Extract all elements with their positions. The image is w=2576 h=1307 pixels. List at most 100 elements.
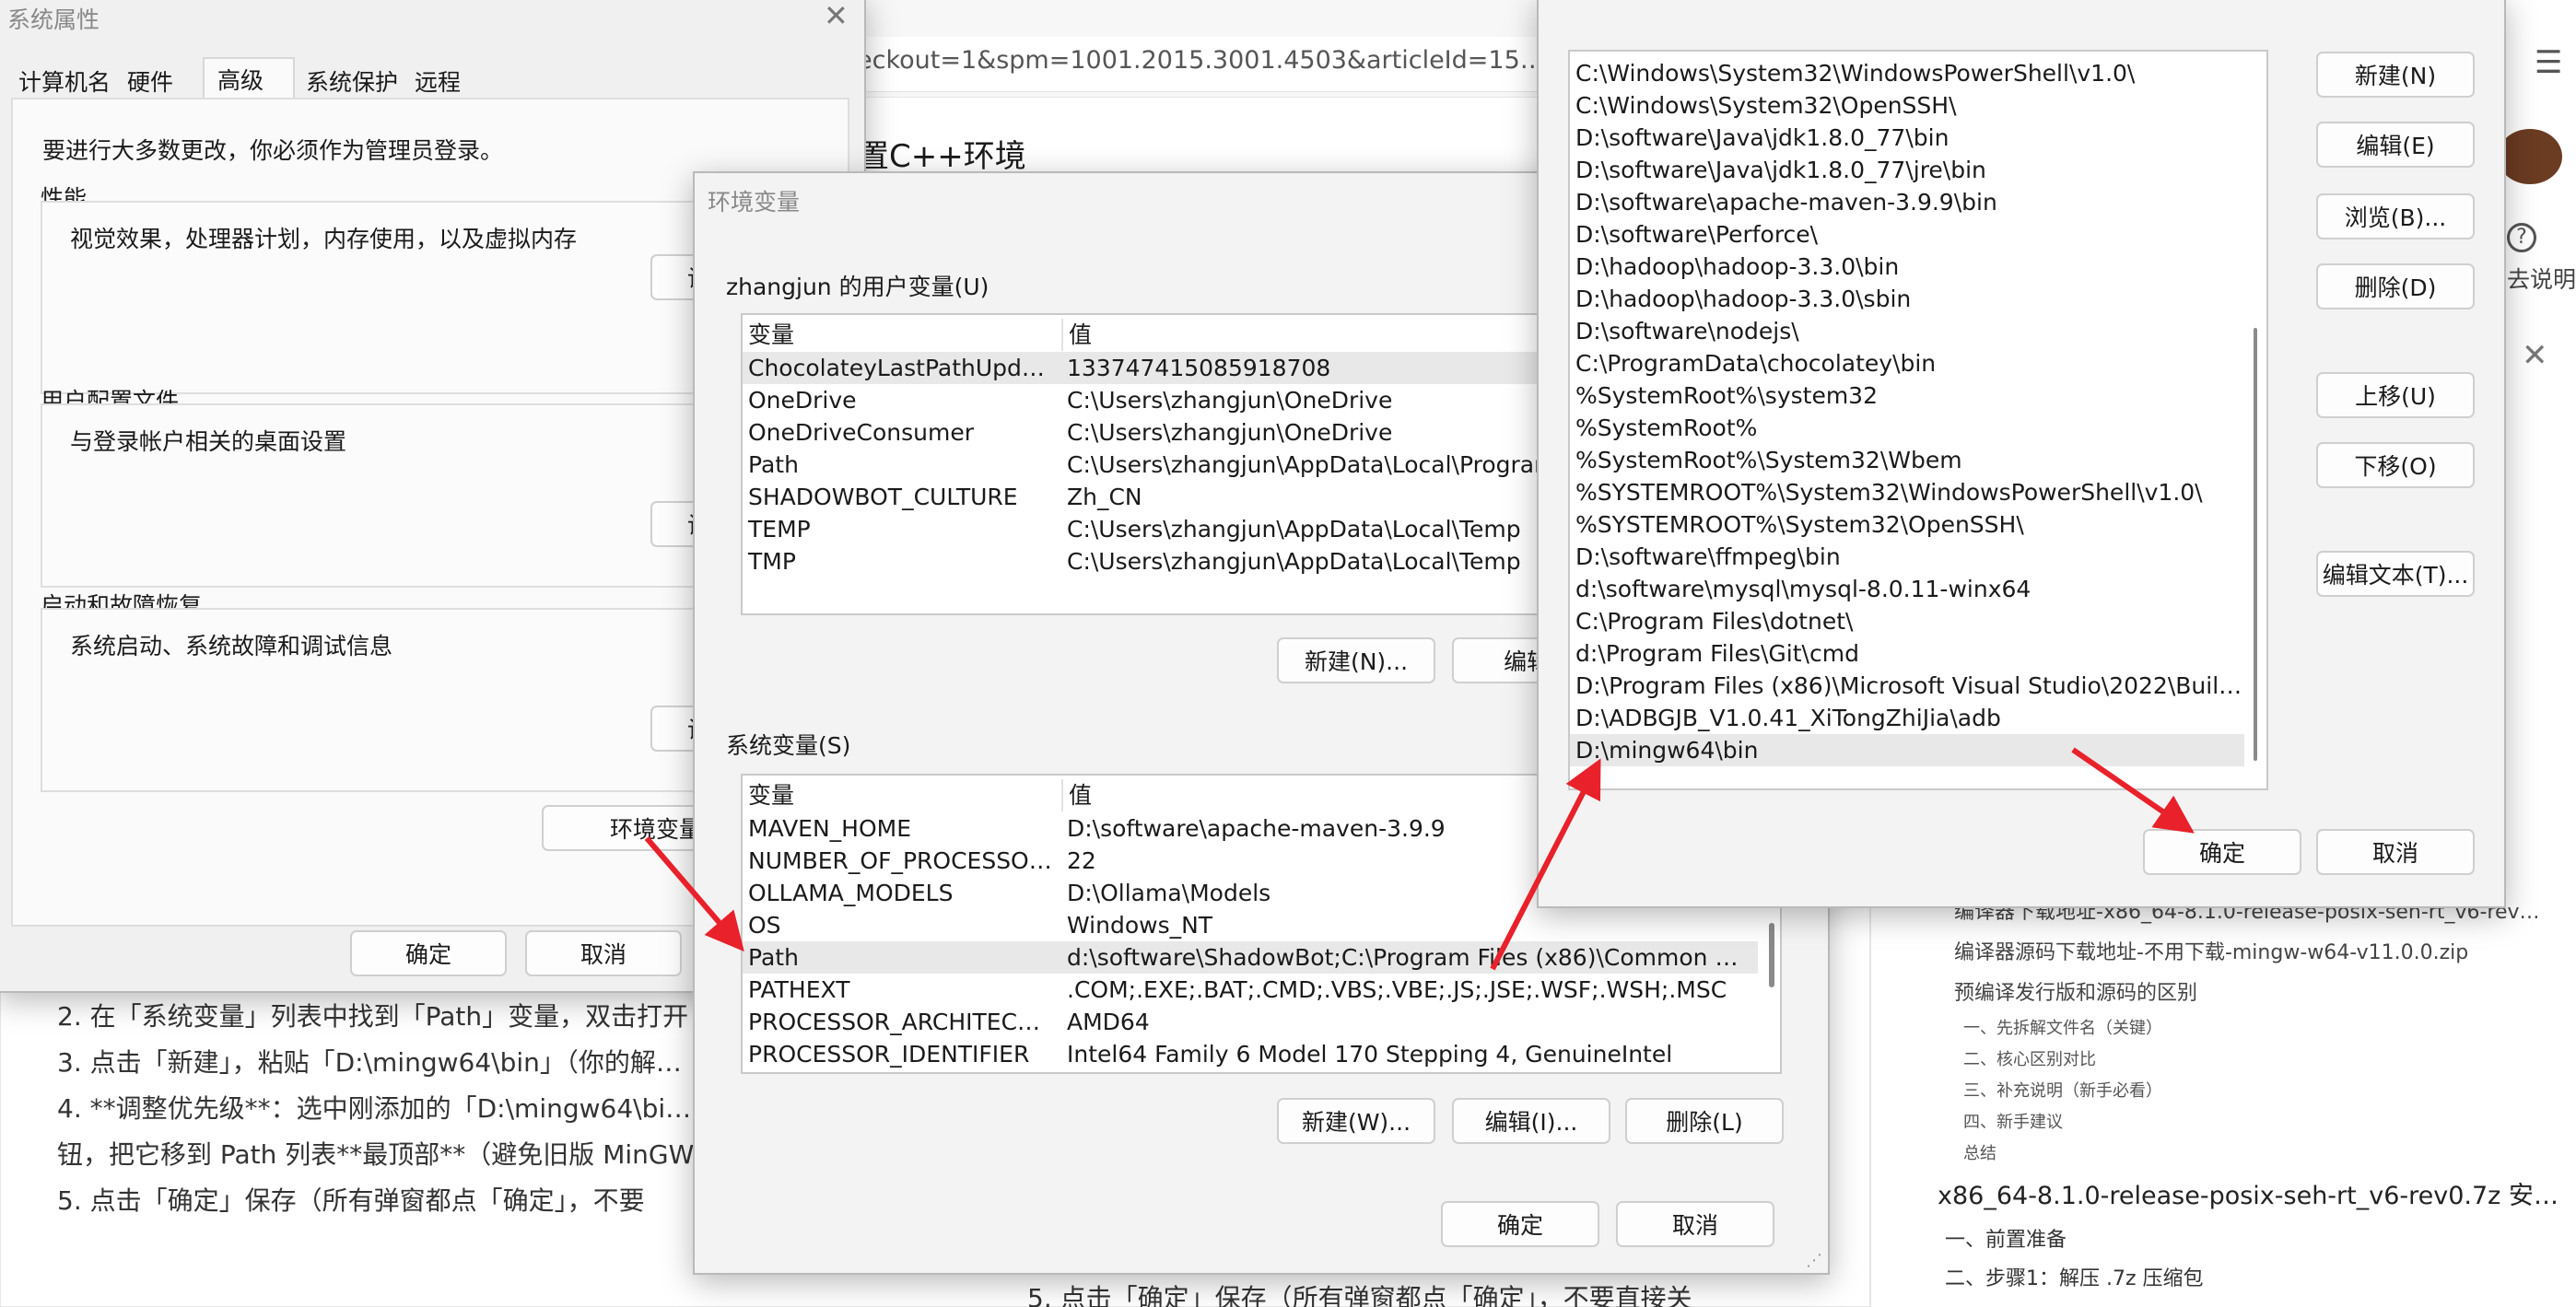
table-row[interactable]: PROCESSOR_IDENTIFIER Intel64 Family 6 Mod… — [743, 1038, 1780, 1070]
browser-address-bar[interactable]: eckout=1&spm=1001.2015.3001.4503&article… — [857, 37, 1575, 92]
toc-link[interactable]: 编译器源码下载地址-不用下载-mingw-w64-v11.0.0.zip — [1954, 936, 2544, 965]
ok-button[interactable]: 确定 — [350, 930, 507, 976]
path-entry[interactable]: D:\software\Java\jdk1.8.0_77\bin — [1570, 122, 2244, 154]
column-header-variable[interactable]: 变量 — [748, 319, 1043, 351]
button-label: 新建(N) — [2354, 63, 2437, 89]
tab-advanced[interactable]: 高级 — [203, 57, 295, 99]
step-line: 4. **调整优先级**：选中刚添加的「D:\mingw64\bin」，点 — [57, 1093, 702, 1124]
path-entry[interactable]: D:\software\Java\jdk1.8.0_77\jre\bin — [1570, 154, 2244, 186]
button-label: 确定 — [404, 941, 451, 968]
table-row-selected[interactable]: Path d:\software\ShadowBot;C:\Program Fil… — [743, 941, 1758, 974]
toc-sub-link[interactable]: 四、新手建议 — [1963, 1109, 2516, 1133]
edit-button[interactable]: 编辑(E) — [2316, 122, 2475, 168]
table-row[interactable]: OS Windows_NT — [743, 909, 1780, 941]
toc-sub-link[interactable]: 二、核心区别对比 — [1963, 1046, 2516, 1070]
tab-hardware[interactable]: 硬件 — [127, 64, 173, 98]
system-edit-button[interactable]: 编辑(I)... — [1452, 1098, 1610, 1144]
help-icon[interactable]: ? — [2507, 223, 2536, 252]
path-entry[interactable]: D:\software\apache-maven-3.9.9\bin — [1570, 186, 2244, 218]
scrollbar[interactable] — [1769, 923, 1774, 987]
path-entry-text: d:\Program Files\Git\cmd — [1575, 640, 1859, 667]
path-entry[interactable]: %SystemRoot%\system32 — [1570, 379, 2244, 412]
new-button[interactable]: 新建(N) — [2316, 52, 2475, 98]
toc-link[interactable]: 一、前置准备 — [1945, 1223, 2535, 1253]
variable-value: d:\software\ShadowBot;C:\Program Files (… — [1067, 944, 1743, 971]
path-entry-text: C:\Windows\System32\WindowsPowerShell\v1… — [1575, 60, 2136, 87]
system-delete-button[interactable]: 删除(L) — [1625, 1098, 1784, 1144]
article-heading: 置C++环境 — [858, 138, 1026, 175]
variable-name: OLLAMA_MODELS — [748, 880, 954, 906]
variable-name: PROCESSOR_ARCHITECTU... — [748, 1009, 1052, 1035]
path-entry[interactable]: D:\Program Files (x86)\Microsoft Visual … — [1570, 670, 2244, 702]
avatar[interactable] — [2498, 129, 2562, 184]
path-entry[interactable]: D:\software\Perforce\ — [1570, 218, 2244, 251]
section-desc: 与登录帐户相关的桌面设置 — [70, 428, 347, 455]
ok-button[interactable]: 确定 — [1441, 1201, 1599, 1247]
path-entry-text: D:\software\Java\jdk1.8.0_77\jre\bin — [1575, 157, 1986, 183]
move-down-button[interactable]: 下移(O) — [2316, 442, 2475, 488]
user-new-button[interactable]: 新建(N)... — [1277, 637, 1435, 683]
delete-button[interactable]: 删除(D) — [2316, 263, 2475, 309]
tab-remote[interactable]: 远程 — [415, 64, 461, 98]
toc-link[interactable]: 预编译发行版和源码的区别 — [1954, 976, 2544, 1006]
toc-sub-link[interactable]: 总结 — [1963, 1140, 2516, 1164]
path-entry[interactable]: D:\software\ffmpeg\bin — [1570, 541, 2244, 573]
scrollbar[interactable] — [2254, 328, 2257, 761]
path-entry[interactable]: C:\Windows\System32\OpenSSH\ — [1570, 89, 2244, 122]
path-entry[interactable]: C:\ProgramData\chocolatey\bin — [1570, 347, 2244, 379]
dialog-title: 系统属性 — [7, 6, 100, 33]
path-entry[interactable]: D:\hadoop\hadoop-3.3.0\sbin — [1570, 283, 2244, 315]
table-row[interactable]: PROCESSOR_ARCHITECTU... AMD64 — [743, 1006, 1780, 1038]
resize-grip-icon[interactable]: ⋰ — [1806, 1251, 1822, 1270]
variable-name: Path — [748, 944, 799, 971]
toc-sub-link[interactable]: 一、先拆解文件名（关键） — [1963, 1015, 2516, 1039]
cancel-button[interactable]: 取消 — [1616, 1201, 1774, 1247]
toc-sub-link[interactable]: 三、补充说明（新手必看） — [1963, 1078, 2516, 1102]
path-entry[interactable]: %SystemRoot%\System32\Wbem — [1570, 444, 2244, 476]
path-entry-text: D:\software\Java\jdk1.8.0_77\bin — [1575, 124, 1950, 151]
toc-heading[interactable]: x86_64-8.1.0-release-posix-seh-rt_v6-rev… — [1938, 1175, 2564, 1211]
variable-value: Windows_NT — [1067, 912, 1213, 939]
path-entry[interactable]: C:\Program Files\dotnet\ — [1570, 605, 2244, 637]
button-label: 浏览(B)... — [2344, 204, 2447, 231]
tab-system-protection[interactable]: 系统保护 — [306, 64, 398, 98]
path-entry[interactable]: %SYSTEMROOT%\System32\WindowsPowerShell\… — [1570, 476, 2244, 508]
column-header-variable[interactable]: 变量 — [748, 779, 1043, 811]
user-vars-label: zhangjun 的用户变量(U) — [726, 274, 989, 300]
variable-name: OneDriveConsumer — [748, 419, 975, 446]
step-line: 钮，把它移到 Path 列表**最顶部**（避免旧版 MinGW — [57, 1139, 695, 1170]
path-entry[interactable]: D:\ADBGJB_V1.0.41_XiTongZhiJia\adb — [1570, 702, 2244, 734]
close-icon[interactable]: ✕ — [2522, 337, 2548, 374]
edit-path-dialog: C:\Windows\System32\WindowsPowerShell\v1… — [1537, 0, 2506, 908]
move-up-button[interactable]: 上移(U) — [2316, 372, 2475, 418]
path-entry[interactable]: D:\software\nodejs\ — [1570, 315, 2244, 347]
button-label: 确定 — [2198, 840, 2245, 867]
path-entry-selected[interactable]: D:\mingw64\bin — [1570, 734, 2244, 766]
path-entry[interactable]: D:\hadoop\hadoop-3.3.0\bin — [1570, 251, 2244, 283]
button-label: 环境变量 — [610, 816, 703, 843]
browse-button[interactable]: 浏览(B)... — [2316, 193, 2475, 239]
path-entry[interactable]: %SYSTEMROOT%\System32\OpenSSH\ — [1570, 508, 2244, 541]
button-label: 上移(U) — [2355, 383, 2436, 410]
path-entry[interactable]: d:\software\mysql\mysql-8.0.11-winx64 — [1570, 573, 2244, 605]
tab-computer-name[interactable]: 计算机名 — [18, 64, 111, 98]
button-label: 取消 — [580, 941, 626, 968]
path-entry-text: C:\Program Files\dotnet\ — [1575, 608, 1854, 635]
path-entry[interactable]: %SystemRoot% — [1570, 412, 2244, 444]
edit-text-button[interactable]: 编辑文本(T)... — [2316, 551, 2475, 597]
button-label: 下移(O) — [2354, 453, 2437, 480]
path-entry-text: D:\mingw64\bin — [1575, 737, 1759, 764]
menu-icon[interactable]: ☰ — [2535, 44, 2562, 81]
close-icon[interactable]: ✕ — [824, 0, 849, 33]
path-entry[interactable]: C:\Windows\System32\WindowsPowerShell\v1… — [1570, 57, 2244, 89]
toc-link[interactable]: 二、步骤1：解压 .7z 压缩包 — [1945, 1262, 2535, 1291]
cancel-button[interactable]: 取消 — [525, 930, 682, 976]
path-entry-text: C:\ProgramData\chocolatey\bin — [1575, 350, 1937, 377]
variable-name: PROCESSOR_IDENTIFIER — [748, 1041, 1030, 1068]
cancel-button[interactable]: 取消 — [2316, 829, 2475, 875]
table-row[interactable]: PATHEXT .COM;.EXE;.BAT;.CMD;.VBS;.VBE;.JS… — [743, 974, 1780, 1006]
ok-button[interactable]: 确定 — [2143, 829, 2301, 875]
system-new-button[interactable]: 新建(W)... — [1277, 1098, 1435, 1144]
path-entries-list[interactable]: C:\Windows\System32\WindowsPowerShell\v1… — [1568, 50, 2268, 790]
path-entry[interactable]: d:\Program Files\Git\cmd — [1570, 637, 2244, 670]
